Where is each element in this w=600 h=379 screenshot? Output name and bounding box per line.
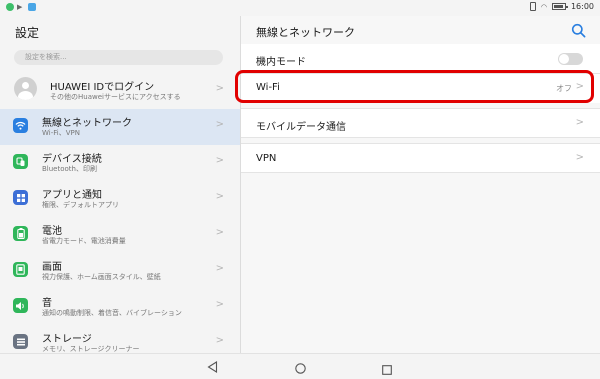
sidebar-item-apps-notifications[interactable]: アプリと通知 権限、デフォルトアプリ > — [0, 181, 240, 217]
display-icon — [13, 262, 28, 277]
clock: 16:00 — [570, 2, 594, 11]
chevron-right-icon: > — [215, 83, 224, 94]
wifi-highlight-box — [235, 70, 594, 103]
sidebar-item-label: デバイス接続 — [42, 154, 102, 165]
huawei-id-login-row[interactable]: HUAWEI IDでログイン その他のHuaweiサービスにアクセスする > — [0, 73, 240, 109]
chevron-right-icon: > — [215, 155, 224, 166]
recent-apps-icon[interactable] — [382, 360, 392, 379]
sidebar-item-display[interactable]: 画面 視力保護、ホーム画面スタイル、壁紙 > — [0, 253, 240, 289]
vpn-label: VPN — [256, 153, 277, 164]
status-notifications: ▶ — [6, 3, 36, 11]
device-connect-icon — [13, 154, 28, 169]
avatar — [14, 77, 37, 100]
chevron-right-icon: > — [215, 191, 224, 202]
green-dot-icon — [6, 3, 14, 11]
home-icon[interactable] — [295, 359, 306, 378]
wifi-icon — [13, 118, 28, 133]
apps-icon — [13, 190, 28, 205]
chevron-right-icon: > — [215, 299, 224, 310]
settings-search-input[interactable]: 設定を検索... — [14, 50, 223, 65]
search-icon[interactable] — [571, 23, 586, 38]
chevron-right-icon: > — [215, 119, 224, 130]
vpn-row[interactable]: VPN > — [241, 143, 600, 173]
vibrate-icon — [529, 2, 536, 11]
sidebar-item-storage[interactable]: ストレージ メモリ、ストレージクリーナー > — [0, 325, 240, 353]
chevron-right-icon: > — [215, 335, 224, 346]
sidebar-item-sublabel: Bluetooth、印刷 — [42, 165, 97, 173]
status-bar: ▶ ◠ 16:00 — [0, 0, 600, 16]
sidebar-item-battery[interactable]: 電池 省電力モード、電池消費量 > — [0, 217, 240, 253]
sidebar-item-sublabel: 視力保護、ホーム画面スタイル、壁紙 — [42, 273, 161, 281]
status-system: ◠ 16:00 — [529, 2, 594, 11]
airplane-mode-label: 機内モード — [256, 57, 306, 68]
sidebar-item-wireless-networks[interactable]: 無線とネットワーク Wi-Fi、VPN > — [0, 109, 240, 145]
back-icon[interactable] — [207, 358, 218, 377]
sidebar-item-label: 画面 — [42, 262, 62, 273]
sidebar-item-label: ストレージ — [42, 334, 92, 345]
sidebar-item-label: アプリと通知 — [42, 190, 102, 201]
sidebar-item-sublabel: メモリ、ストレージクリーナー — [42, 345, 140, 353]
battery-icon — [551, 3, 568, 10]
sidebar-item-sublabel: Wi-Fi、VPN — [42, 129, 80, 137]
huawei-id-subtitle: その他のHuaweiサービスにアクセスする — [50, 93, 181, 101]
battery-icon — [13, 226, 28, 241]
chevron-right-icon: > — [215, 263, 224, 274]
arrow-icon: ▶ — [17, 3, 23, 11]
sidebar-item-sublabel: 権限、デフォルトアプリ — [42, 201, 119, 209]
wifi-icon: ◠ — [540, 2, 547, 11]
sidebar-item-label: 無線とネットワーク — [42, 118, 132, 129]
storage-icon — [13, 334, 28, 349]
sidebar-item-label: 音 — [42, 298, 52, 309]
sidebar-item-sublabel: 通知の鳴動制限、着信音、バイブレーション — [42, 309, 182, 317]
wireless-networks-panel: 無線とネットワーク 機内モード Wi-Fi オフ > モバイルデータ通信 > V… — [235, 16, 600, 353]
mobile-data-row[interactable]: モバイルデータ通信 > — [241, 108, 600, 138]
sidebar-item-label: 電池 — [42, 226, 62, 237]
panel-title: 無線とネットワーク — [256, 26, 355, 39]
mobile-data-label: モバイルデータ通信 — [256, 122, 346, 133]
settings-title: 設定 — [15, 26, 40, 40]
sidebar-item-device-connection[interactable]: デバイス接続 Bluetooth、印刷 > — [0, 145, 240, 181]
settings-sidebar: 設定 設定を検索... HUAWEI IDでログイン その他のHuaweiサービ… — [0, 16, 241, 353]
navigation-bar — [0, 353, 600, 375]
sound-icon — [13, 298, 28, 313]
sidebar-item-sublabel: 省電力モード、電池消費量 — [42, 237, 126, 245]
chevron-right-icon: > — [575, 117, 584, 128]
huawei-id-title: HUAWEI IDでログイン — [50, 82, 155, 93]
airplane-mode-toggle[interactable] — [558, 53, 583, 65]
blue-app-icon — [28, 3, 36, 11]
chevron-right-icon: > — [575, 152, 584, 163]
chevron-right-icon: > — [215, 227, 224, 238]
sidebar-item-sound[interactable]: 音 通知の鳴動制限、着信音、バイブレーション > — [0, 289, 240, 325]
